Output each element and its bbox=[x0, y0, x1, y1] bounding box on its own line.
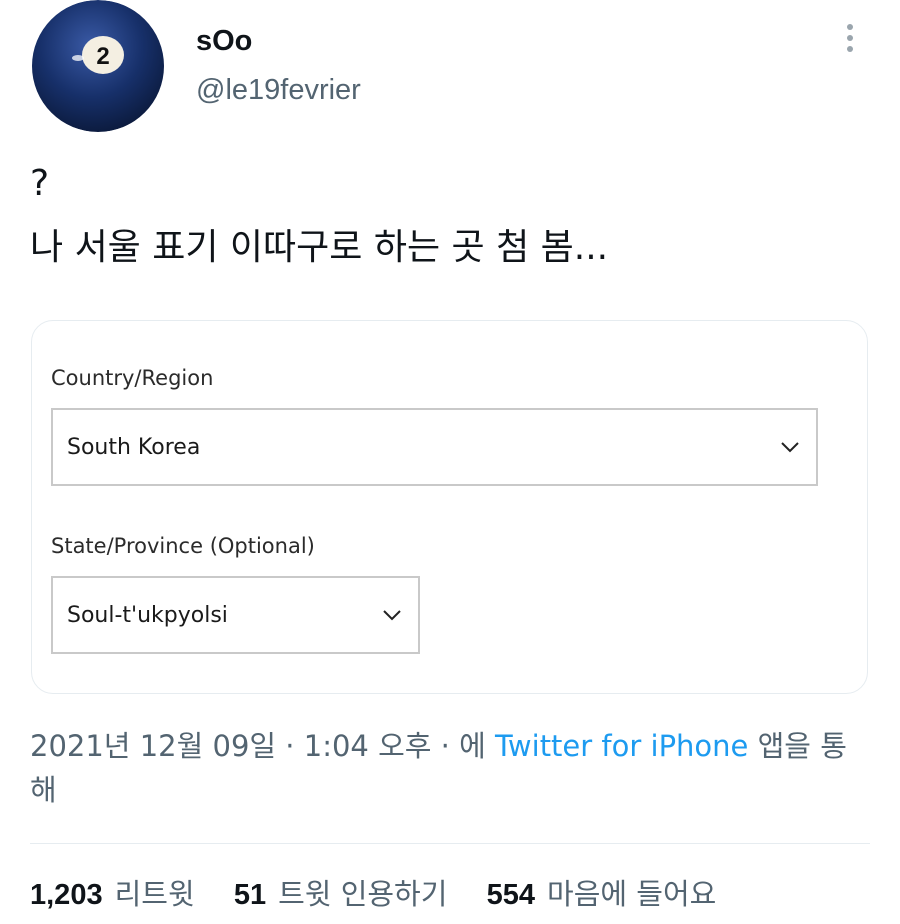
source-app-link[interactable]: Twitter for iPhone bbox=[495, 729, 748, 763]
quote-tweets-count: 51 bbox=[233, 879, 267, 911]
state-province-label: State/Province (Optional) bbox=[51, 534, 315, 558]
avatar-number: 2 bbox=[96, 43, 109, 70]
state-province-select: Soul-t'ukpyolsi bbox=[51, 576, 420, 654]
chevron-down-icon bbox=[383, 610, 401, 621]
engagement-stats: 1,203 리트윗 51 트윗 인용하기 554 마음에 들어요 bbox=[30, 872, 716, 917]
chevron-down-icon bbox=[781, 442, 799, 453]
quote-tweets-label: 트윗 인용하기 bbox=[278, 877, 448, 911]
likes-label: 마음에 들어요 bbox=[547, 877, 717, 911]
avatar[interactable]: 2 bbox=[31, 0, 165, 132]
billiard-ball-2-icon: 2 bbox=[32, 0, 164, 132]
more-options-icon[interactable] bbox=[836, 18, 864, 58]
country-region-value: South Korea bbox=[67, 434, 201, 460]
quote-tweets-stat[interactable]: 51 트윗 인용하기 bbox=[234, 877, 448, 911]
tweet-text: ? 나 서울 표기 이따구로 하는 곳 첨 봄... bbox=[30, 163, 609, 268]
timestamp[interactable]: 2021년 12월 09일 · 1:04 오후 · 에 bbox=[30, 729, 495, 763]
user-handle[interactable]: @le19fevrier bbox=[196, 72, 361, 108]
display-name[interactable]: sOo bbox=[196, 24, 252, 58]
country-region-select: South Korea bbox=[51, 408, 818, 486]
retweets-count: 1,203 bbox=[30, 879, 103, 911]
likes-count: 554 bbox=[486, 879, 536, 911]
likes-stat[interactable]: 554 마음에 들어요 bbox=[487, 877, 717, 911]
state-province-value: Soul-t'ukpyolsi bbox=[67, 602, 228, 628]
tweet-metadata: 2021년 12월 09일 · 1:04 오후 · 에 Twitter for … bbox=[30, 724, 870, 812]
country-region-label: Country/Region bbox=[51, 366, 214, 390]
divider bbox=[30, 843, 870, 844]
retweets-stat[interactable]: 1,203 리트윗 bbox=[30, 877, 195, 911]
retweets-label: 리트윗 bbox=[114, 877, 195, 911]
